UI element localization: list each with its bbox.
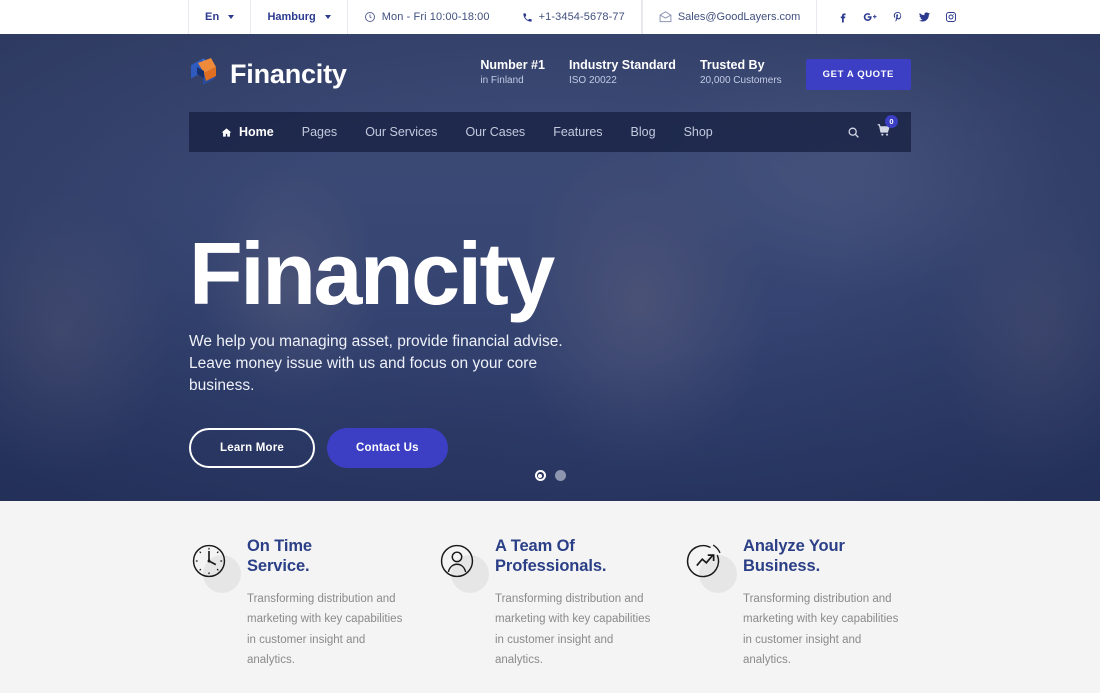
nav-item-label: Pages <box>301 125 338 139</box>
nav-actions: 0 <box>847 114 898 142</box>
search-icon[interactable] <box>847 126 860 139</box>
cart-button[interactable]: 0 <box>876 114 898 142</box>
email-contact[interactable]: Sales@GoodLayers.com <box>641 0 816 34</box>
hero-content: Financity We help you managing asset, pr… <box>189 230 829 468</box>
feature-description: Transforming distribution and marketing … <box>495 592 651 666</box>
nav-item-blog[interactable]: Blog <box>617 125 670 139</box>
chevron-down-icon <box>324 15 331 19</box>
city-selector[interactable]: Hamburg <box>250 0 346 34</box>
google-plus-icon[interactable] <box>863 11 878 23</box>
slider-dot-1[interactable] <box>534 470 546 481</box>
nav-item-label: Shop <box>683 125 713 139</box>
nav-item-our-cases[interactable]: Our Cases <box>451 125 539 139</box>
header-stat-title: Trusted By <box>699 58 765 72</box>
feature-title-line1: Analyze Your <box>743 537 845 555</box>
nav-item-label: Our Services <box>365 125 438 139</box>
feature-item: A Team Of Professionals. Transforming di… <box>437 537 685 670</box>
slider-pagination <box>0 470 1100 481</box>
feature-item: On Time Service. Transforming distributi… <box>189 537 437 670</box>
nav-item-features[interactable]: Features <box>539 125 616 139</box>
home-icon <box>221 127 232 138</box>
site-header: Financity Number #1 in Finland Industry … <box>0 34 1100 152</box>
feature-description: Transforming distribution and marketing … <box>247 592 403 666</box>
feature-title-line2: Business. <box>743 556 821 575</box>
phone-number[interactable]: +1-3454-5678-77 <box>506 0 641 34</box>
logo[interactable]: Financity <box>189 56 347 92</box>
contact-us-button[interactable]: Contact Us <box>327 428 448 468</box>
header-stats-group: Number #1 in Finland Industry Standard I… <box>480 58 911 90</box>
email-text: Sales@GoodLayers.com <box>677 11 801 23</box>
nav-item-label: Home <box>239 125 274 139</box>
user-icon <box>437 544 477 585</box>
hero-slider: Financity Number #1 in Finland Industry … <box>0 34 1100 501</box>
learn-more-button[interactable]: Learn More <box>189 428 315 468</box>
instagram-icon[interactable] <box>945 11 957 23</box>
get-a-quote-button[interactable]: GET A QUOTE <box>805 59 911 90</box>
header-stat-sub: in Finland <box>480 74 524 86</box>
logo-text: Financity <box>230 58 347 89</box>
feature-title-line2: Professionals. <box>495 556 607 575</box>
feature-item: Analyze Your Business. Transforming dist… <box>685 537 911 670</box>
slider-dot-2[interactable] <box>554 470 566 481</box>
trending-up-icon <box>685 544 725 585</box>
cart-count-badge: 0 <box>885 114 898 128</box>
nav-item-label: Features <box>553 125 603 139</box>
hero-title: Financity <box>189 224 555 323</box>
logo-cube-icon <box>189 56 219 92</box>
language-selector[interactable]: En <box>188 0 250 34</box>
business-hours-text: Mon - Fri 10:00-18:00 <box>381 11 490 23</box>
features-section: On Time Service. Transforming distributi… <box>0 501 1100 693</box>
chevron-down-icon <box>228 15 235 19</box>
top-bar: En Hamburg Mon - Fri 10:00-18:00 +1-3454… <box>0 0 1100 34</box>
nav-item-home[interactable]: Home <box>207 125 288 139</box>
feature-title-line1: On Time <box>247 537 313 555</box>
envelope-icon <box>659 11 672 23</box>
main-navigation: Home Pages Our Services Our Cases Featur… <box>189 112 911 152</box>
pinterest-icon[interactable] <box>892 11 904 23</box>
feature-title-line2: Service. <box>247 556 310 575</box>
header-stat: Industry Standard ISO 20022 <box>569 58 700 87</box>
header-stat-sub: 20,000 Customers <box>699 74 782 86</box>
clock-icon <box>189 544 229 585</box>
nav-item-our-services[interactable]: Our Services <box>351 125 451 139</box>
header-stat-sub: ISO 20022 <box>568 74 617 86</box>
nav-item-label: Blog <box>630 125 656 139</box>
header-stat-title: Number #1 <box>480 58 545 72</box>
twitter-icon[interactable] <box>918 11 931 23</box>
hero-subtitle: We help you managing asset, provide fina… <box>189 333 563 394</box>
phone-icon <box>522 12 533 23</box>
facebook-icon[interactable] <box>837 11 849 23</box>
nav-item-pages[interactable]: Pages <box>288 125 351 139</box>
clock-icon <box>364 11 376 23</box>
language-label: En <box>205 11 220 23</box>
nav-item-shop[interactable]: Shop <box>670 125 727 139</box>
header-stat: Trusted By 20,000 Customers <box>700 58 806 87</box>
header-stat: Number #1 in Finland <box>480 58 569 87</box>
header-stat-title: Industry Standard <box>568 58 676 72</box>
feature-description: Transforming distribution and marketing … <box>743 592 899 666</box>
business-hours: Mon - Fri 10:00-18:00 <box>346 0 506 34</box>
nav-items: Home Pages Our Services Our Cases Featur… <box>207 125 727 139</box>
social-links <box>816 0 975 34</box>
city-label: Hamburg <box>267 11 316 23</box>
nav-item-label: Our Cases <box>465 125 526 139</box>
feature-title-line1: A Team Of <box>495 537 575 555</box>
hero-buttons: Learn More Contact Us <box>189 428 829 468</box>
phone-text: +1-3454-5678-77 <box>538 11 625 23</box>
